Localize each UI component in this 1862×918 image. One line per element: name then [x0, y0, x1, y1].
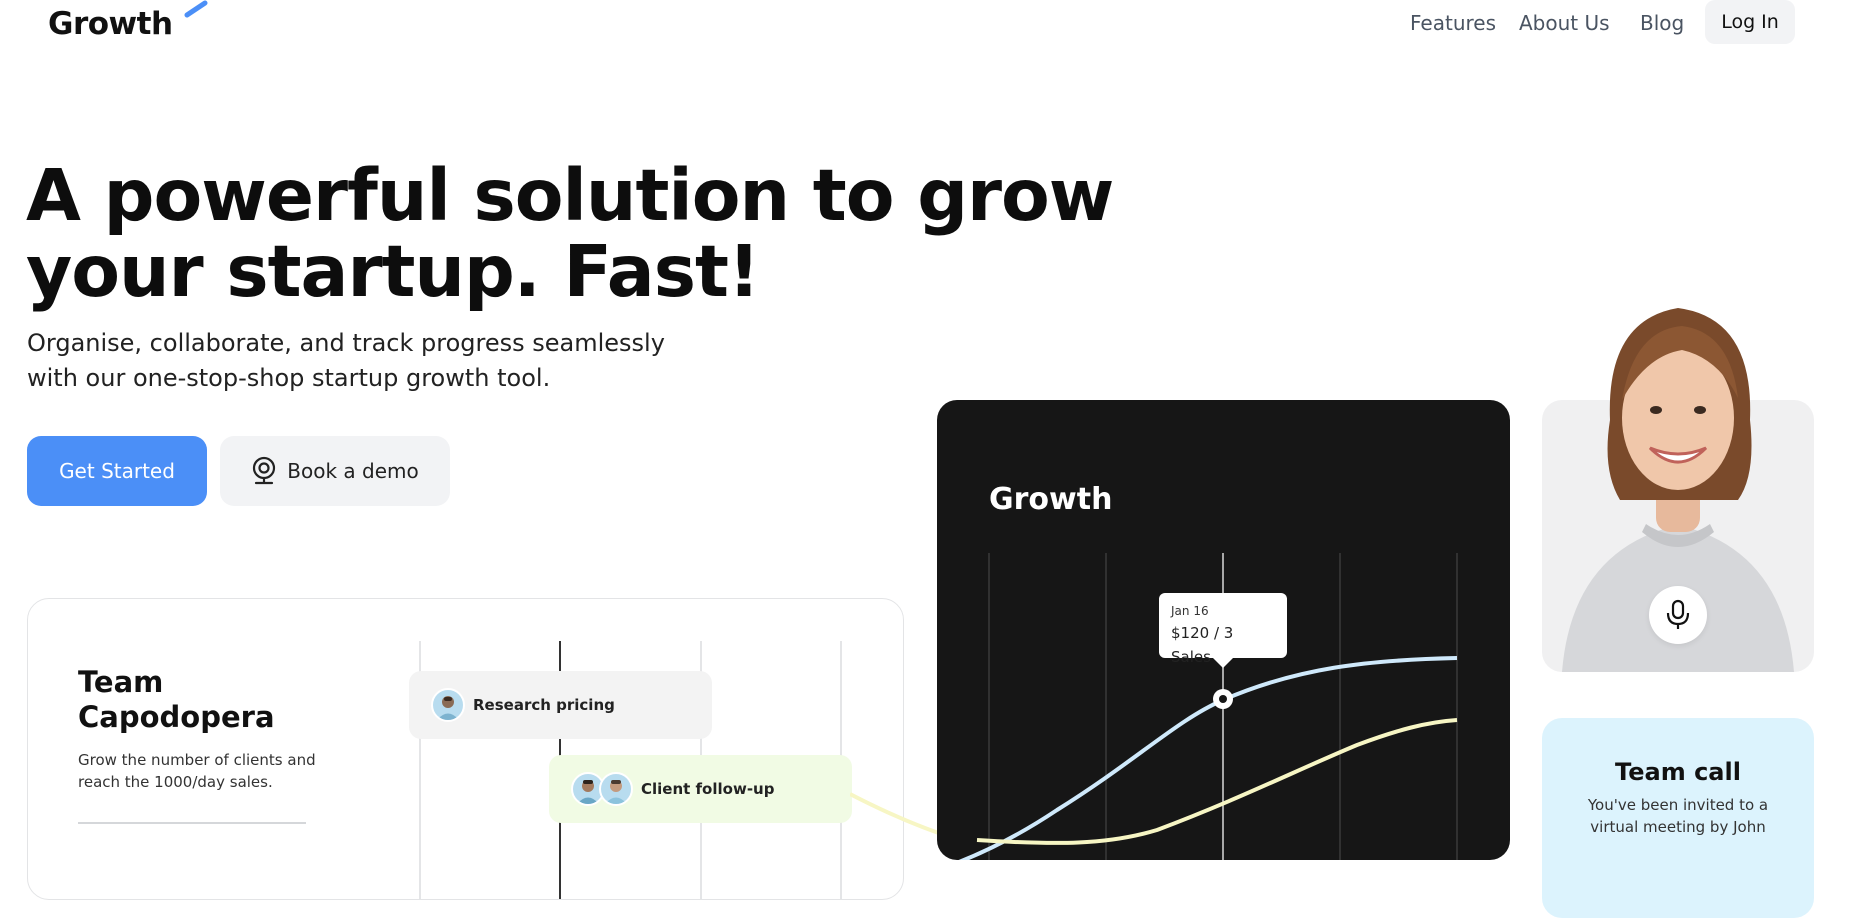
microphone-button[interactable]: [1649, 586, 1707, 644]
task-client-follow-up[interactable]: Client follow-up: [549, 755, 852, 823]
tooltip-date: Jan 16: [1171, 604, 1209, 618]
nav-item-blog[interactable]: Blog: [1640, 10, 1684, 36]
chart-series-yellow: [976, 718, 1458, 845]
microphone-icon: [1666, 599, 1690, 629]
tooltip-value: $120 / 3 Sales: [1171, 624, 1234, 666]
team-description: Grow the number of clients and reach the…: [78, 751, 316, 791]
chart-tooltip: Jan 16 $120 / 3 Sales: [1159, 593, 1287, 666]
avatar: [431, 688, 465, 722]
webcam-icon: [253, 456, 276, 485]
team-call-title: Team call: [1615, 758, 1741, 786]
avatar-group: [571, 772, 633, 806]
team-title: Team Capodopera: [78, 665, 275, 734]
hero-subtitle-line2: with our one-stop-shop startup growth to…: [27, 364, 551, 392]
nav-item-features[interactable]: Features: [1410, 10, 1496, 36]
login-button[interactable]: Log In: [1705, 0, 1795, 44]
book-demo-label: Book a demo: [287, 459, 419, 483]
book-demo-button[interactable]: Book a demo: [220, 436, 450, 506]
avatar: [599, 772, 633, 806]
hero-headline-line1: A powerful solution to grow: [26, 154, 1114, 237]
team-call-text: You've been invited to a virtual meeting…: [1587, 796, 1769, 836]
team-divider: [78, 822, 306, 824]
chart-series-blue: [958, 656, 1458, 860]
nav-item-about-us[interactable]: About Us: [1519, 10, 1610, 36]
team-card: Team Capodopera Grow the number of clien…: [27, 598, 904, 900]
chart-active-point-core: [1219, 695, 1227, 703]
hero-subtitle: Organise, collaborate, and track progres…: [27, 326, 667, 396]
hero-headline: A powerful solution to grow your startup…: [26, 158, 1114, 313]
team-call-card[interactable]: Team call You've been invited to a virtu…: [1542, 718, 1814, 918]
main-nav: Features About Us Blog: [0, 0, 1862, 46]
growth-chart-card: Growth Jan 16 $120 / 3 Sales: [937, 400, 1510, 860]
task-label: Client follow-up: [641, 780, 775, 798]
hero-subtitle-line1: Organise, collaborate, and track progres…: [27, 329, 665, 357]
task-research-pricing[interactable]: Research pricing: [409, 671, 712, 739]
hero-headline-line2: your startup. Fast!: [26, 230, 760, 313]
task-label: Research pricing: [473, 696, 615, 714]
get-started-button[interactable]: Get Started: [27, 436, 207, 506]
